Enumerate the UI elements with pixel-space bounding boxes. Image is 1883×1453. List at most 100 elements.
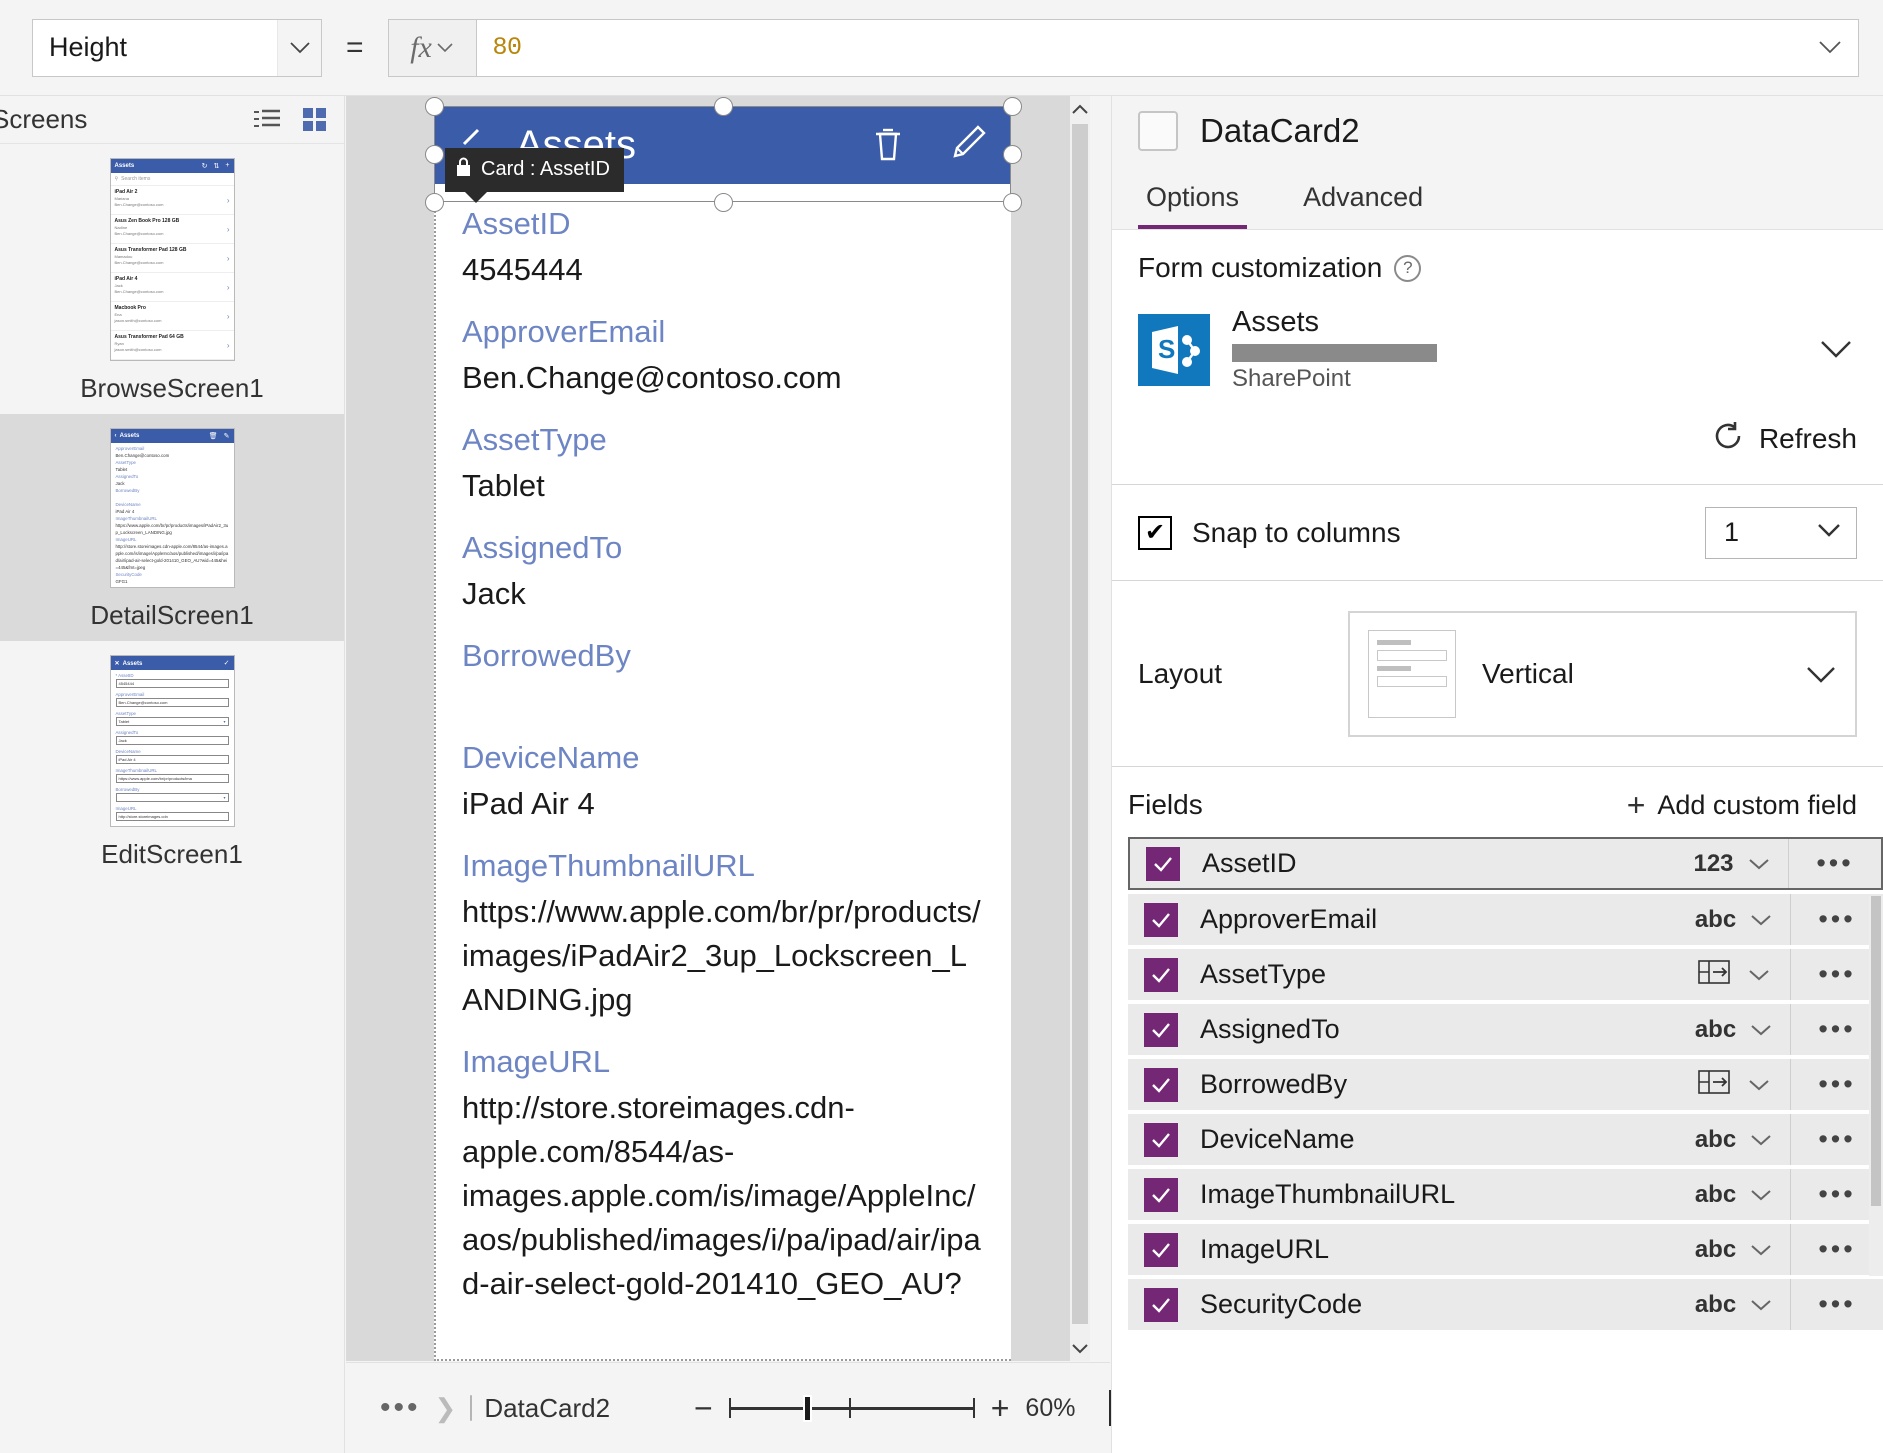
breadcrumb-overflow-button[interactable]: •••: [380, 1391, 421, 1425]
property-select[interactable]: Height: [32, 18, 322, 77]
zoom-in-button[interactable]: +: [991, 1392, 1010, 1424]
field-menu-button[interactable]: •••: [1789, 848, 1881, 879]
form-field-assetid[interactable]: AssetID 4545444: [434, 184, 1011, 292]
field-type-select[interactable]: abc: [1677, 1004, 1791, 1055]
layout-select[interactable]: Vertical: [1348, 610, 1857, 737]
field-checkbox[interactable]: [1144, 1122, 1178, 1157]
add-custom-field-button[interactable]: + Add custom field: [1627, 789, 1857, 821]
canvas-scrollbar-thumb[interactable]: [1072, 124, 1088, 1324]
field-row-assettype[interactable]: AssetType •••: [1128, 949, 1883, 1000]
field-checkbox[interactable]: [1144, 1067, 1178, 1102]
breadcrumb-item-datacard2[interactable]: DataCard2: [484, 1393, 610, 1424]
zoom-slider-knob[interactable]: [802, 1395, 812, 1422]
field-type-select[interactable]: abc: [1677, 1169, 1791, 1220]
field-row-imagethumbnailurl[interactable]: ImageThumbnailURL abc •••: [1128, 1169, 1883, 1220]
app-screen-preview[interactable]: Assets AssetID 4545444 ApproverEmail Ben…: [425, 97, 1022, 1361]
form-field-approveremail[interactable]: ApproverEmail Ben.Change@contoso.com: [434, 292, 1011, 400]
field-checkbox[interactable]: [1144, 1177, 1178, 1212]
pencil-icon[interactable]: [947, 122, 989, 169]
text-type-icon: abc: [1694, 1235, 1737, 1263]
fields-scrollbar[interactable]: [1869, 896, 1883, 1276]
chevron-down-icon: [1805, 654, 1837, 693]
field-row-assetid[interactable]: AssetID 123 •••: [1128, 837, 1883, 890]
help-icon[interactable]: ?: [1394, 254, 1422, 282]
trash-icon[interactable]: [869, 123, 907, 168]
field-name: AssetID: [1202, 848, 1297, 878]
field-row-assignedto[interactable]: AssignedTo abc •••: [1128, 1004, 1883, 1055]
zoom-slider[interactable]: [728, 1393, 975, 1423]
field-checkbox[interactable]: [1144, 1232, 1178, 1267]
field-value: 4545444: [462, 252, 583, 287]
field-type-select[interactable]: abc: [1677, 1279, 1791, 1330]
scroll-down-icon[interactable]: [1070, 1335, 1090, 1361]
field-type-select[interactable]: [1677, 1059, 1791, 1110]
search-icon: ⚲: [114, 176, 119, 182]
zoom-slider-tick: [848, 1398, 851, 1418]
form-field-imagethumbnailurl[interactable]: ImageThumbnailURL https://www.apple.com/…: [434, 826, 1011, 1022]
fields-scrollbar-thumb[interactable]: [1871, 896, 1881, 1206]
selection-tooltip-text: Card : AssetID: [481, 158, 610, 180]
grid-view-icon[interactable]: [300, 105, 330, 135]
field-row-approveremail[interactable]: ApproverEmail abc •••: [1128, 894, 1883, 945]
form-field-assettype[interactable]: AssetType Tablet: [434, 400, 1011, 508]
screen-item-editscreen1[interactable]: ✕ Assets ✓ * AssetID 4545444 ApproverEma…: [0, 641, 344, 880]
detail-field-label: DeviceName: [115, 502, 141, 507]
formula-input[interactable]: 80: [475, 18, 1859, 77]
tab-options[interactable]: Options: [1138, 166, 1248, 229]
lookup-type-icon: [1697, 957, 1734, 992]
columns-count-select[interactable]: 1: [1705, 506, 1857, 559]
form-field-devicename[interactable]: DeviceName iPad Air 4: [434, 724, 1011, 826]
field-row-securitycode[interactable]: SecurityCode abc •••: [1128, 1279, 1883, 1330]
field-type-select[interactable]: [1677, 949, 1791, 1000]
chevron-right-icon: ›: [226, 225, 230, 234]
thumbnail-editscreen1: ✕ Assets ✓ * AssetID 4545444 ApproverEma…: [109, 655, 235, 827]
field-checkbox[interactable]: [1144, 1287, 1178, 1322]
tree-view-icon[interactable]: [252, 105, 282, 135]
refresh-button[interactable]: Refresh: [1112, 393, 1883, 485]
canvas-scrollbar[interactable]: [1070, 96, 1090, 1361]
field-type-select[interactable]: abc: [1677, 894, 1791, 945]
edit-field-label: DeviceName: [115, 749, 141, 754]
field-row-imageurl[interactable]: ImageURL abc •••: [1128, 1224, 1883, 1275]
canvas-surface[interactable]: Assets AssetID 4545444 ApproverEmail Ben…: [346, 96, 1090, 1361]
field-checkbox[interactable]: [1144, 957, 1178, 992]
screen-item-detailscreen1[interactable]: ‹ Assets 🗑 ✎ ApproverEmail Ben.Change@co…: [0, 414, 344, 641]
edit-field-label: ImageThumbnailURL: [115, 768, 158, 773]
lookup-type-icon: [1697, 1067, 1734, 1102]
snap-to-columns-checkbox[interactable]: ✔: [1138, 515, 1172, 550]
scroll-up-icon[interactable]: [1070, 96, 1090, 122]
layout-value: Vertical: [1482, 657, 1574, 689]
zoom-out-button[interactable]: −: [694, 1392, 713, 1424]
fields-list: AssetID 123 ••• ApproverEmail abc ••• As…: [1112, 837, 1883, 1330]
edit-field-label: AssignedTo: [115, 730, 139, 735]
trash-icon: 🗑: [208, 433, 218, 440]
field-label: AssignedTo: [462, 530, 623, 565]
tab-advanced[interactable]: Advanced: [1295, 166, 1431, 229]
fx-button[interactable]: fx: [387, 18, 476, 77]
chevron-down-icon[interactable]: [1819, 330, 1853, 369]
screen-name-editscreen1: EditScreen1: [101, 839, 243, 869]
form-field-assignedto[interactable]: AssignedTo Jack: [434, 508, 1011, 616]
field-checkbox[interactable]: [1144, 1012, 1178, 1047]
field-menu-button[interactable]: •••: [1791, 1289, 1883, 1320]
chevron-down-icon: [1748, 969, 1769, 980]
field-name: BorrowedBy: [1200, 1069, 1348, 1099]
field-row-borrowedby[interactable]: BorrowedBy •••: [1128, 1059, 1883, 1110]
chevron-right-icon: ›: [226, 341, 230, 350]
text-type-icon: abc: [1694, 1290, 1737, 1318]
field-name: ApproverEmail: [1200, 904, 1378, 934]
data-source-row[interactable]: S Assets SharePoint: [1112, 284, 1883, 393]
form-field-borrowedby[interactable]: BorrowedBy: [434, 616, 1011, 724]
detail-field-value: [116, 494, 229, 501]
form-field-imageurl[interactable]: ImageURL http://store.storeimages.cdn-ap…: [434, 1022, 1011, 1306]
field-checkbox[interactable]: [1146, 846, 1180, 881]
field-checkbox[interactable]: [1144, 902, 1178, 937]
field-type-select[interactable]: 123: [1675, 839, 1789, 888]
field-row-devicename[interactable]: DeviceName abc •••: [1128, 1114, 1883, 1165]
field-type-select[interactable]: abc: [1677, 1114, 1791, 1165]
screen-item-browsescreen1[interactable]: Assets ↻ ⇅ + ⚲ Search items iPad Air 2 M…: [0, 144, 344, 414]
field-type-select[interactable]: abc: [1677, 1224, 1791, 1275]
number-type-icon: 123: [1693, 849, 1734, 877]
refresh-label: Refresh: [1758, 422, 1857, 454]
chevron-down-icon[interactable]: [277, 19, 321, 76]
